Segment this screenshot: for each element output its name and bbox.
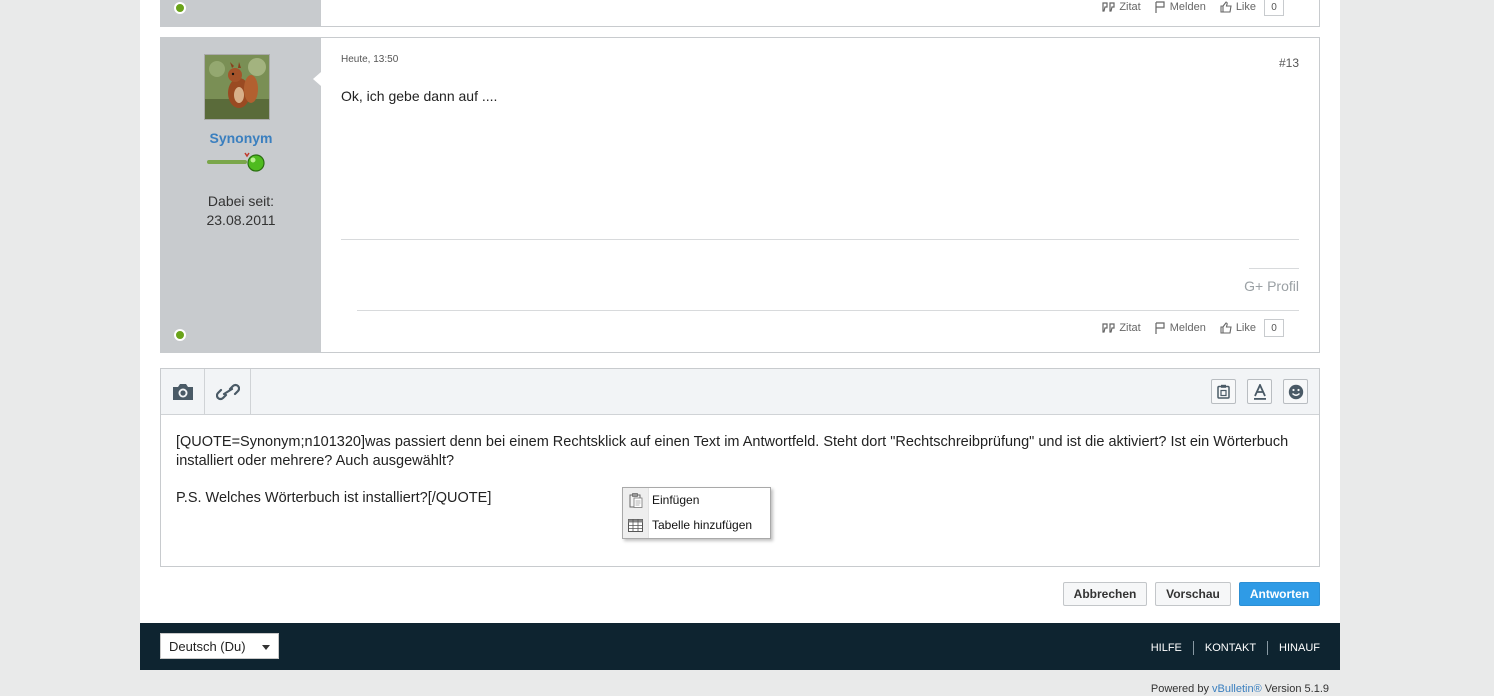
thumbs-up-icon: [1220, 1, 1232, 13]
text-format-icon: [1253, 383, 1266, 400]
online-status-icon: [174, 329, 186, 341]
footer-separator: [1267, 641, 1269, 655]
gplus-profile-link[interactable]: G+ Profil: [1244, 278, 1299, 294]
report-label: Melden: [1169, 1, 1206, 13]
powered-by: Powered by vBulletin® Version 5.1.9: [1151, 683, 1329, 695]
online-status-icon: [174, 2, 186, 14]
contact-link[interactable]: KONTAKT: [1205, 642, 1256, 654]
like-count: 0: [1264, 0, 1284, 16]
quote-icon: [1102, 323, 1115, 333]
smiley-button[interactable]: [1283, 379, 1308, 404]
reply-button[interactable]: Antworten: [1239, 582, 1320, 606]
signature-divider: [1249, 268, 1299, 269]
quote-icon: [1102, 2, 1115, 12]
thumbs-up-icon: [1220, 322, 1232, 334]
like-label: Like: [1235, 322, 1256, 334]
context-menu-label: Tabelle hinzufügen: [652, 518, 753, 532]
context-menu-item-insert-table[interactable]: Tabelle hinzufügen: [623, 513, 770, 537]
smiley-icon: [1288, 384, 1303, 399]
table-icon: [623, 518, 648, 532]
version-text: Version 5.1.9: [1264, 683, 1329, 695]
powered-prefix: Powered by: [1150, 683, 1209, 695]
like-button[interactable]: Like: [1220, 322, 1256, 334]
help-link[interactable]: HILFE: [1151, 642, 1182, 654]
post-pointer: [313, 72, 321, 86]
back-to-top-link[interactable]: HINAUF: [1279, 642, 1320, 654]
quote-button[interactable]: Zitat: [1102, 1, 1141, 13]
content-divider: [341, 239, 1299, 240]
context-menu-label: Einfügen: [652, 493, 700, 507]
quote-label: Zitat: [1119, 322, 1141, 334]
quote-button[interactable]: Zitat: [1102, 322, 1141, 334]
insert-photo-button[interactable]: [161, 369, 205, 414]
editor-paragraph: [QUOTE=Synonym;n101320]was passiert denn…: [176, 434, 1289, 469]
report-label: Melden: [1169, 322, 1206, 334]
post-date: Heute, 13:50: [341, 54, 399, 65]
cancel-button[interactable]: Abbrechen: [1063, 582, 1147, 606]
text-format-button[interactable]: [1247, 379, 1272, 404]
like-button[interactable]: Like: [1220, 1, 1256, 13]
paste-button[interactable]: [1211, 379, 1236, 404]
squirrel-avatar-image: [205, 55, 269, 119]
post-actions: Zitat Melden Like 0: [1102, 319, 1284, 337]
post-content: Ok, ich gebe dann auf ....: [341, 88, 498, 104]
username-link[interactable]: Synonym: [161, 130, 321, 146]
like-label: Like: [1235, 1, 1256, 13]
join-date: 23.08.2011: [206, 212, 276, 228]
insert-link-button[interactable]: [206, 369, 251, 414]
vbulletin-link[interactable]: vBulletin®: [1212, 683, 1262, 695]
join-info: Dabei seit: 23.08.2011: [161, 192, 321, 230]
preview-button[interactable]: Vorschau: [1155, 582, 1231, 606]
language-select[interactable]: Deutsch (Du): [160, 633, 279, 659]
actions-divider: [357, 310, 1299, 311]
post-actions: Zitat Melden Like 0: [1102, 0, 1284, 16]
previous-post: Zitat Melden Like 0: [160, 0, 1320, 27]
page-footer: Deutsch (Du) HILFE KONTAKT HINAUF: [140, 623, 1340, 670]
footer-separator: [1192, 641, 1194, 655]
rank-icon: [207, 150, 267, 179]
camera-icon: [172, 383, 193, 400]
join-label: Dabei seit:: [207, 193, 275, 209]
report-button[interactable]: Melden: [1155, 322, 1206, 334]
context-menu: Einfügen Tabelle hinzufügen: [622, 487, 771, 539]
post-number-link[interactable]: #13: [1279, 56, 1299, 70]
link-icon: [216, 383, 240, 400]
flag-icon: [1155, 322, 1165, 334]
avatar[interactable]: [204, 54, 270, 120]
chevron-down-icon: [262, 645, 270, 650]
paste-icon: [623, 492, 648, 508]
flag-icon: [1155, 1, 1165, 13]
like-count: 0: [1264, 319, 1284, 337]
quote-label: Zitat: [1119, 1, 1141, 13]
report-button[interactable]: Melden: [1155, 1, 1206, 13]
clipboard-icon: [1217, 384, 1230, 399]
editor-toolbar: [161, 369, 1319, 415]
language-select-value: Deutsch (Du): [169, 638, 246, 654]
post: Synonym Dabei seit: 23.08.2011 Heute, 13…: [160, 37, 1320, 353]
context-menu-item-paste[interactable]: Einfügen: [623, 488, 770, 512]
footer-links: HILFE KONTAKT HINAUF: [1151, 641, 1320, 655]
